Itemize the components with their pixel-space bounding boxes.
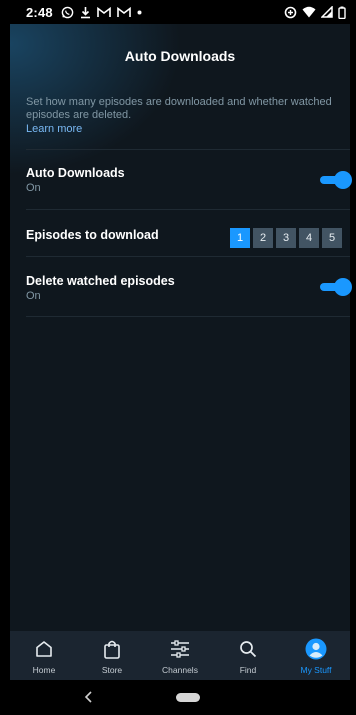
status-time: 2:48: [26, 4, 53, 20]
search-icon: [237, 638, 259, 660]
nav-item-store[interactable]: Store: [78, 631, 146, 680]
divider: [26, 209, 350, 210]
nav-label: Home: [32, 665, 56, 675]
nav-label: My Stuff: [300, 665, 332, 675]
divider: [26, 256, 350, 257]
wifi-icon: [302, 6, 316, 18]
nav-item-my-stuff[interactable]: My Stuff: [282, 631, 350, 680]
nav-label: Store: [101, 665, 123, 675]
episodes-to-download-title: Episodes to download: [26, 228, 159, 242]
intro-text: Set how many episodes are downloaded and…: [26, 96, 332, 121]
status-system-icons: [284, 6, 346, 19]
delete-watched-status: On: [26, 290, 41, 302]
episode-count-option[interactable]: 3: [276, 228, 296, 248]
delete-watched-title: Delete watched episodes: [26, 274, 175, 288]
profile-icon: [305, 638, 327, 660]
episode-count-picker: 1 2 3 4 5: [230, 228, 342, 248]
status-bar: 2:48: [0, 0, 356, 24]
download-icon: [80, 6, 91, 19]
bottom-nav: Home Store Channels Find My Stuff: [10, 631, 350, 680]
episode-count-option[interactable]: 2: [253, 228, 273, 248]
system-nav-bar: [0, 680, 356, 715]
auto-downloads-title: Auto Downloads: [26, 166, 125, 180]
nav-item-home[interactable]: Home: [10, 631, 78, 680]
episode-count-option[interactable]: 5: [322, 228, 342, 248]
auto-downloads-toggle[interactable]: [320, 171, 352, 189]
nav-label: Channels: [162, 665, 198, 675]
data-saver-icon: [284, 6, 297, 19]
status-notification-icons: [61, 6, 142, 19]
nav-label: Find: [239, 665, 257, 675]
gmail-icon: [117, 6, 131, 18]
dot-icon: [137, 10, 142, 15]
home-pill[interactable]: [176, 693, 200, 702]
whatsapp-icon: [61, 6, 74, 19]
nav-item-channels[interactable]: Channels: [146, 631, 214, 680]
page-title: Auto Downloads: [124, 48, 236, 64]
channels-icon: [169, 638, 191, 660]
episode-count-option[interactable]: 4: [299, 228, 319, 248]
gmail-icon: [97, 6, 111, 18]
toggle-thumb: [334, 278, 352, 296]
home-icon: [33, 638, 55, 660]
back-icon[interactable]: [82, 688, 96, 706]
signal-icon: [321, 6, 333, 18]
toggle-thumb: [334, 171, 352, 189]
episode-count-option[interactable]: 1: [230, 228, 250, 248]
learn-more-link[interactable]: Learn more: [26, 123, 82, 135]
divider: [26, 316, 350, 317]
settings-screen: Auto Downloads Set how many episodes are…: [10, 24, 352, 631]
auto-downloads-status: On: [26, 182, 41, 194]
delete-watched-toggle[interactable]: [320, 278, 352, 296]
shopping-bag-icon: [101, 638, 123, 660]
divider: [26, 149, 350, 150]
nav-item-find[interactable]: Find: [214, 631, 282, 680]
battery-icon: [338, 6, 346, 19]
